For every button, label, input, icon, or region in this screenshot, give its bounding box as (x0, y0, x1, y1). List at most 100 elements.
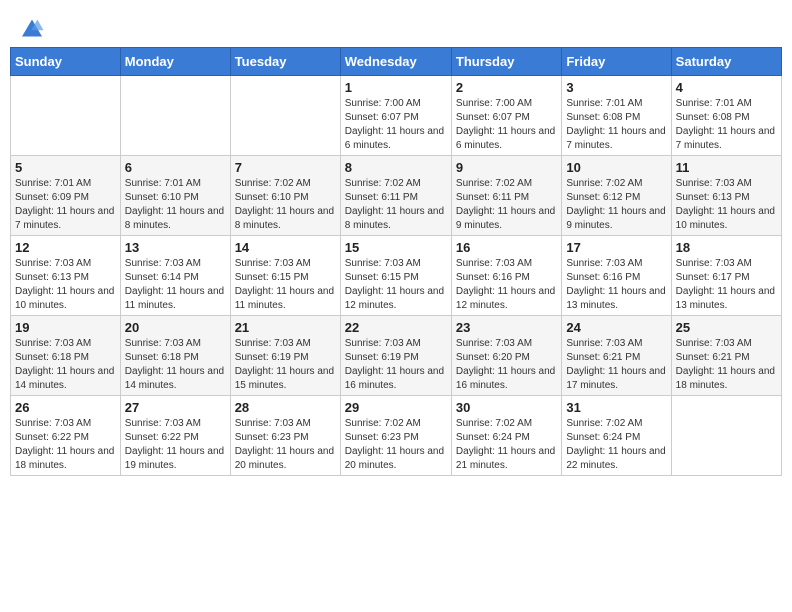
weekday-tuesday: Tuesday (230, 48, 340, 76)
calendar-cell (671, 396, 781, 476)
weekday-sunday: Sunday (11, 48, 121, 76)
calendar-cell: 28 Sunrise: 7:03 AMSunset: 6:23 PMDayligh… (230, 396, 340, 476)
day-info: Sunrise: 7:03 AMSunset: 6:18 PMDaylight:… (15, 337, 116, 393)
calendar-cell: 4 Sunrise: 7:01 AMSunset: 6:08 PMDaylight… (671, 76, 781, 156)
day-info: Sunrise: 7:02 AMSunset: 6:24 PMDaylight:… (456, 417, 557, 473)
day-info: Sunrise: 7:01 AMSunset: 6:08 PMDaylight:… (676, 97, 777, 153)
day-number: 16 (456, 240, 557, 255)
calendar-cell: 8 Sunrise: 7:02 AMSunset: 6:11 PMDaylight… (340, 156, 451, 236)
calendar-cell (11, 76, 121, 156)
calendar-cell: 20Sunrise: 7:03 AMSunset: 6:18 PMDayligh… (120, 316, 230, 396)
calendar-cell: 11Sunrise: 7:03 AMSunset: 6:13 PMDayligh… (671, 156, 781, 236)
day-info: Sunrise: 7:03 AMSunset: 6:21 PMDaylight:… (676, 337, 777, 393)
calendar-cell: 22 Sunrise: 7:03 AMSunset: 6:19 PMDayligh… (340, 316, 451, 396)
calendar-cell: 27Sunrise: 7:03 AMSunset: 6:22 PMDayligh… (120, 396, 230, 476)
weekday-wednesday: Wednesday (340, 48, 451, 76)
day-number: 13 (125, 240, 226, 255)
calendar-cell: 13 Sunrise: 7:03 AMSunset: 6:14 PMDayligh… (120, 236, 230, 316)
day-info: Sunrise: 7:03 AMSunset: 6:19 PMDaylight:… (345, 337, 447, 393)
day-number: 7 (235, 160, 336, 175)
calendar-cell: 24 Sunrise: 7:03 AMSunset: 6:21 PMDayligh… (562, 316, 671, 396)
calendar-week-3: 12Sunrise: 7:03 AMSunset: 6:13 PMDayligh… (11, 236, 782, 316)
calendar-cell: 7 Sunrise: 7:02 AMSunset: 6:10 PMDaylight… (230, 156, 340, 236)
logo-icon (20, 18, 44, 38)
day-number: 3 (566, 80, 666, 95)
day-number: 17 (566, 240, 666, 255)
day-number: 31 (566, 400, 666, 415)
calendar-cell: 17 Sunrise: 7:03 AMSunset: 6:16 PMDayligh… (562, 236, 671, 316)
calendar-cell: 18 Sunrise: 7:03 AMSunset: 6:17 PMDayligh… (671, 236, 781, 316)
day-info: Sunrise: 7:00 AMSunset: 6:07 PMDaylight:… (456, 97, 557, 153)
day-number: 26 (15, 400, 116, 415)
calendar-cell: 10 Sunrise: 7:02 AMSunset: 6:12 PMDayligh… (562, 156, 671, 236)
calendar-body: 1 Sunrise: 7:00 AMSunset: 6:07 PMDaylight… (11, 76, 782, 476)
day-number: 8 (345, 160, 447, 175)
calendar-cell: 16 Sunrise: 7:03 AMSunset: 6:16 PMDayligh… (451, 236, 561, 316)
day-number: 27 (125, 400, 226, 415)
day-info: Sunrise: 7:03 AMSunset: 6:16 PMDaylight:… (566, 257, 666, 313)
day-number: 19 (15, 320, 116, 335)
weekday-thursday: Thursday (451, 48, 561, 76)
logo (20, 18, 48, 38)
day-number: 9 (456, 160, 557, 175)
day-number: 6 (125, 160, 226, 175)
day-info: Sunrise: 7:03 AMSunset: 6:16 PMDaylight:… (456, 257, 557, 313)
calendar-cell (230, 76, 340, 156)
weekday-friday: Friday (562, 48, 671, 76)
day-number: 21 (235, 320, 336, 335)
day-info: Sunrise: 7:03 AMSunset: 6:15 PMDaylight:… (345, 257, 447, 313)
calendar-week-4: 19 Sunrise: 7:03 AMSunset: 6:18 PMDayligh… (11, 316, 782, 396)
calendar-cell: 23Sunrise: 7:03 AMSunset: 6:20 PMDayligh… (451, 316, 561, 396)
day-number: 11 (676, 160, 777, 175)
calendar-cell: 30Sunrise: 7:02 AMSunset: 6:24 PMDayligh… (451, 396, 561, 476)
calendar-week-1: 1 Sunrise: 7:00 AMSunset: 6:07 PMDaylight… (11, 76, 782, 156)
day-number: 10 (566, 160, 666, 175)
day-number: 25 (676, 320, 777, 335)
day-info: Sunrise: 7:03 AMSunset: 6:22 PMDaylight:… (15, 417, 116, 473)
day-info: Sunrise: 7:03 AMSunset: 6:18 PMDaylight:… (125, 337, 226, 393)
calendar-table: SundayMondayTuesdayWednesdayThursdayFrid… (10, 47, 782, 476)
day-number: 14 (235, 240, 336, 255)
day-info: Sunrise: 7:02 AMSunset: 6:10 PMDaylight:… (235, 177, 336, 233)
calendar-cell: 21 Sunrise: 7:03 AMSunset: 6:19 PMDayligh… (230, 316, 340, 396)
day-number: 29 (345, 400, 447, 415)
day-info: Sunrise: 7:02 AMSunset: 6:23 PMDaylight:… (345, 417, 447, 473)
day-info: Sunrise: 7:01 AMSunset: 6:10 PMDaylight:… (125, 177, 226, 233)
day-info: Sunrise: 7:01 AMSunset: 6:09 PMDaylight:… (15, 177, 116, 233)
calendar-cell: 2 Sunrise: 7:00 AMSunset: 6:07 PMDaylight… (451, 76, 561, 156)
page-header (10, 10, 782, 43)
day-number: 4 (676, 80, 777, 95)
day-info: Sunrise: 7:03 AMSunset: 6:14 PMDaylight:… (125, 257, 226, 313)
calendar-cell: 26 Sunrise: 7:03 AMSunset: 6:22 PMDayligh… (11, 396, 121, 476)
day-number: 18 (676, 240, 777, 255)
calendar-cell: 29 Sunrise: 7:02 AMSunset: 6:23 PMDayligh… (340, 396, 451, 476)
calendar-cell: 12Sunrise: 7:03 AMSunset: 6:13 PMDayligh… (11, 236, 121, 316)
calendar-cell: 5Sunrise: 7:01 AMSunset: 6:09 PMDaylight… (11, 156, 121, 236)
day-info: Sunrise: 7:03 AMSunset: 6:19 PMDaylight:… (235, 337, 336, 393)
calendar-cell: 25 Sunrise: 7:03 AMSunset: 6:21 PMDayligh… (671, 316, 781, 396)
day-number: 28 (235, 400, 336, 415)
day-number: 1 (345, 80, 447, 95)
day-number: 24 (566, 320, 666, 335)
day-info: Sunrise: 7:03 AMSunset: 6:23 PMDaylight:… (235, 417, 336, 473)
day-number: 12 (15, 240, 116, 255)
calendar-week-2: 5Sunrise: 7:01 AMSunset: 6:09 PMDaylight… (11, 156, 782, 236)
day-info: Sunrise: 7:03 AMSunset: 6:21 PMDaylight:… (566, 337, 666, 393)
day-info: Sunrise: 7:03 AMSunset: 6:20 PMDaylight:… (456, 337, 557, 393)
day-info: Sunrise: 7:00 AMSunset: 6:07 PMDaylight:… (345, 97, 447, 153)
day-info: Sunrise: 7:03 AMSunset: 6:17 PMDaylight:… (676, 257, 777, 313)
weekday-saturday: Saturday (671, 48, 781, 76)
calendar-cell (120, 76, 230, 156)
day-info: Sunrise: 7:02 AMSunset: 6:11 PMDaylight:… (345, 177, 447, 233)
day-info: Sunrise: 7:02 AMSunset: 6:12 PMDaylight:… (566, 177, 666, 233)
calendar-cell: 1 Sunrise: 7:00 AMSunset: 6:07 PMDaylight… (340, 76, 451, 156)
day-number: 15 (345, 240, 447, 255)
calendar-cell: 19 Sunrise: 7:03 AMSunset: 6:18 PMDayligh… (11, 316, 121, 396)
calendar-cell: 15 Sunrise: 7:03 AMSunset: 6:15 PMDayligh… (340, 236, 451, 316)
day-number: 22 (345, 320, 447, 335)
day-number: 2 (456, 80, 557, 95)
calendar-cell: 31Sunrise: 7:02 AMSunset: 6:24 PMDayligh… (562, 396, 671, 476)
calendar-cell: 6 Sunrise: 7:01 AMSunset: 6:10 PMDaylight… (120, 156, 230, 236)
weekday-monday: Monday (120, 48, 230, 76)
day-info: Sunrise: 7:02 AMSunset: 6:11 PMDaylight:… (456, 177, 557, 233)
